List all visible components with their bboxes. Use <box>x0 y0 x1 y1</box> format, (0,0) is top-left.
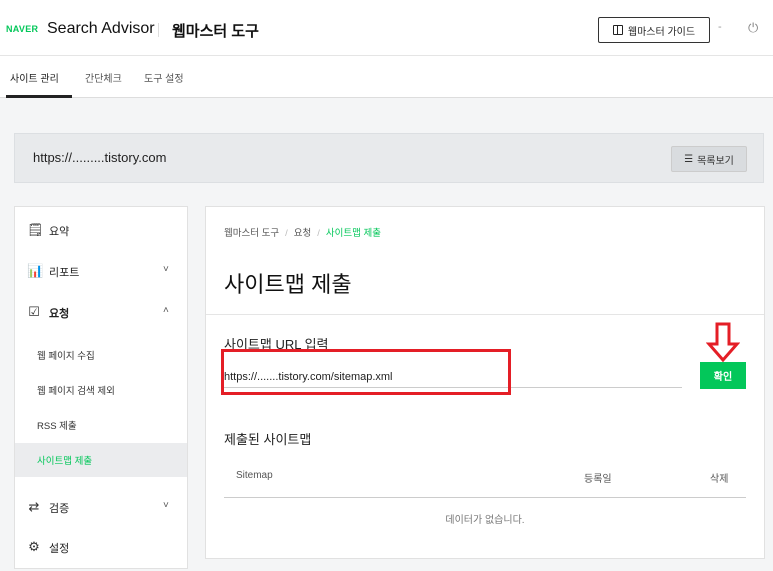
sidebar-item-label: 설정 <box>49 543 70 555</box>
breadcrumb-item[interactable]: 웹마스터 도구 <box>224 228 279 239</box>
sitemap-url-label: 사이트맵 URL 입력 <box>224 337 329 352</box>
sidebar-item-report[interactable]: 📊 리포트 ˅ <box>15 254 187 288</box>
sidebar-item-label: 검증 <box>49 503 70 515</box>
book-icon <box>612 25 623 35</box>
subitem-label: 웹 페이지 검색 제외 <box>37 386 115 397</box>
top-header: NAVER Search Advisor 웹마스터 도구 웹마스터 가이드 - … <box>0 0 773 56</box>
naver-logo[interactable]: NAVER <box>6 24 38 34</box>
sidebar-item-request[interactable]: ☑ 요청 ˄ <box>15 295 187 329</box>
confirm-button[interactable]: 확인 <box>700 362 746 389</box>
submitted-sitemaps-title: 제출된 사이트맵 <box>224 432 312 447</box>
subitem-label: 웹 페이지 수집 <box>37 351 95 362</box>
column-header-sitemap: Sitemap <box>236 470 273 481</box>
check-clipboard-icon: ☑ <box>28 304 40 319</box>
sidebar-subitem-web-page-exclude[interactable]: 웹 페이지 검색 제외 <box>15 373 187 407</box>
header-divider <box>158 23 159 37</box>
chevron-down-icon: ˅ <box>163 500 169 511</box>
breadcrumb: 웹마스터 도구 / 요청 / 사이트맵 제출 <box>224 228 381 239</box>
power-icon[interactable]: ⏻ <box>748 20 758 36</box>
list-icon: ☰ <box>684 153 694 165</box>
breadcrumb-current: 사이트맵 제출 <box>325 228 381 239</box>
red-arrow-icon <box>706 322 740 362</box>
swap-icon: ⇄ <box>28 499 40 514</box>
site-bar: https://.........tistory.com ☰ 목록보기 <box>14 133 764 183</box>
page-title: 사이트맵 제출 <box>224 272 352 297</box>
chevron-down-icon: ˅ <box>163 264 169 275</box>
empty-table-message: 데이터가 없습니다. <box>445 515 525 526</box>
list-view-button[interactable]: ☰ 목록보기 <box>671 146 747 172</box>
tab-site-management[interactable]: 사이트 관리 <box>10 70 59 85</box>
sidebar-item-label: 리포트 <box>49 267 80 279</box>
title-divider <box>206 314 764 315</box>
site-url: https://.........tistory.com <box>33 150 167 165</box>
sidebar-subitem-web-page-collect[interactable]: 웹 페이지 수집 <box>15 338 187 372</box>
sitemap-url-input[interactable] <box>224 362 682 388</box>
column-header-delete: 삭제 <box>710 474 729 485</box>
sidebar-item-summary[interactable]: 🗒 요약 <box>15 213 187 247</box>
header-dash: - <box>718 21 722 33</box>
tab-tool-settings[interactable]: 도구 설정 <box>144 70 184 85</box>
breadcrumb-item[interactable]: 요청 <box>294 228 311 239</box>
sidebar: 🗒 요약 📊 리포트 ˅ ☑ 요청 ˄ 웹 페이지 수집 웹 페이지 검색 제외… <box>14 206 188 569</box>
column-header-registered-date: 등록일 <box>584 474 612 485</box>
sidebar-item-settings[interactable]: ⚙ 설정 <box>15 530 187 564</box>
sidebar-item-verify[interactable]: ⇄ 검증 ˅ <box>15 490 187 524</box>
sidebar-subitem-rss-submit[interactable]: RSS 제출 <box>15 408 187 442</box>
guide-button-label: 웹마스터 가이드 <box>627 26 696 38</box>
chevron-up-icon: ˄ <box>163 305 169 316</box>
main-panel: 웹마스터 도구/요청/사이트맵 제출 사이트맵 제출 사이트맵 URL 입력 확… <box>205 206 765 559</box>
gear-icon: ⚙ <box>28 539 40 554</box>
webmaster-guide-button[interactable]: 웹마스터 가이드 <box>598 17 710 43</box>
list-button-label: 목록보기 <box>697 155 734 167</box>
main-tabs: 사이트 관리 간단체크 도구 설정 <box>0 56 773 98</box>
sidebar-item-label: 요약 <box>49 226 70 238</box>
document-icon: 🗒 <box>27 222 44 237</box>
tool-title[interactable]: 웹마스터 도구 <box>172 20 259 41</box>
subitem-label: RSS 제출 <box>37 421 77 432</box>
chart-icon: 📊 <box>27 263 44 278</box>
brand-title[interactable]: Search Advisor <box>47 20 155 38</box>
sidebar-subitem-sitemap-submit[interactable]: 사이트맵 제출 <box>15 443 187 477</box>
table-header-divider <box>224 497 746 498</box>
tab-simple-check[interactable]: 간단체크 <box>85 70 122 85</box>
sidebar-item-label: 요청 <box>49 308 70 320</box>
subitem-label: 사이트맵 제출 <box>37 456 93 467</box>
